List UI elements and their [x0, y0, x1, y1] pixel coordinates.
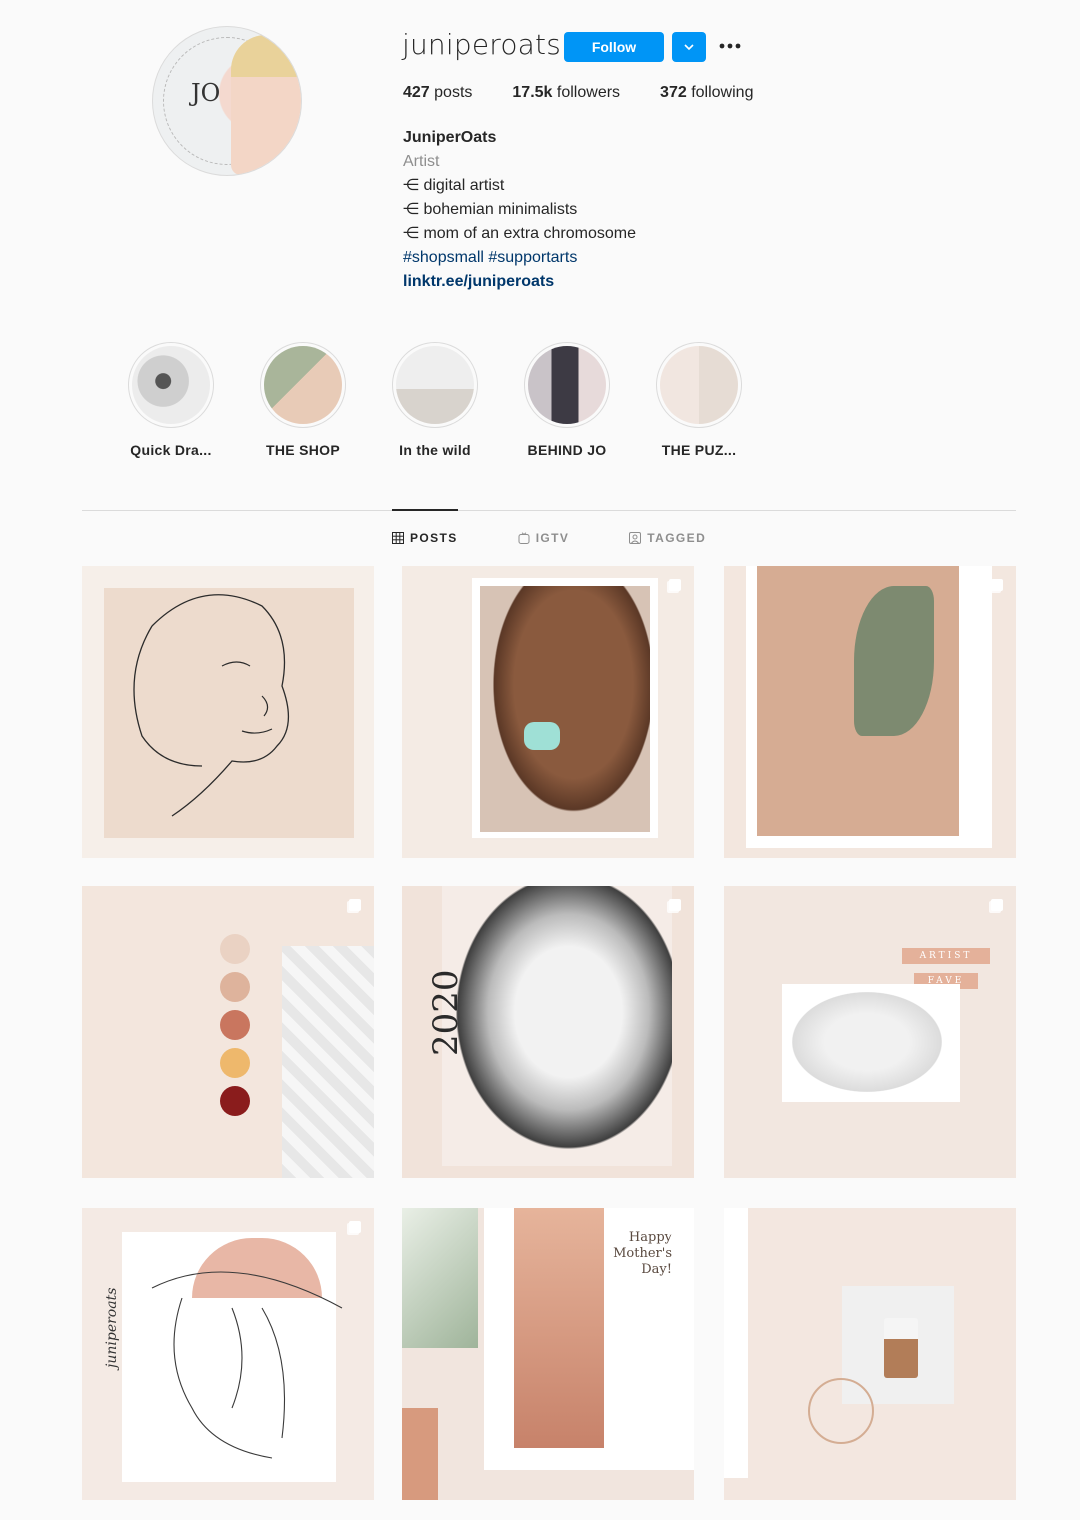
post-frame — [724, 1208, 748, 1478]
color-swatch — [220, 1010, 250, 1040]
bio-link[interactable]: linktr.ee/juniperoats — [403, 270, 636, 294]
igtv-icon — [518, 532, 530, 544]
multiple-posts-icon — [347, 899, 361, 913]
color-swatch — [220, 972, 250, 1002]
post-image — [792, 992, 942, 1092]
profile-stats: 427 posts 17.5k followers 372 following — [403, 84, 793, 102]
highlight-ring — [524, 342, 610, 428]
highlight-label: THE SHOP — [266, 442, 340, 458]
stat-posts: 427 posts — [403, 84, 473, 101]
multiple-posts-icon — [347, 1221, 361, 1235]
multiple-posts-icon — [989, 899, 1003, 913]
highlight-cover — [660, 346, 738, 424]
highlight-ring — [656, 342, 742, 428]
follow-button[interactable]: Follow — [564, 32, 664, 62]
tagged-icon — [629, 532, 642, 544]
highlight-label: THE PUZ... — [661, 442, 737, 458]
highlight-cover — [528, 346, 606, 424]
post-image — [442, 886, 672, 1166]
color-swatch — [220, 934, 250, 964]
avatar-monogram: JO — [191, 79, 221, 107]
post-accent — [524, 722, 560, 750]
highlight-behind-jo[interactable]: BEHIND JO — [501, 342, 633, 458]
active-tab-indicator — [392, 509, 458, 511]
highlight-cover — [264, 346, 342, 424]
message-line: Day! — [641, 1262, 672, 1277]
highlight-label: Quick Dra... — [130, 442, 212, 458]
post-tile[interactable]: 2020 — [402, 886, 694, 1178]
post-accent — [854, 586, 934, 736]
post-tile[interactable]: Happy Mother's Day! — [402, 1208, 694, 1500]
bio-line: ⋲ mom of an extra chromosome — [403, 225, 636, 242]
bio-line: ⋲ digital artist — [403, 177, 505, 194]
bio-name: JuniperOats — [403, 129, 497, 146]
highlight-label: In the wild — [399, 442, 471, 458]
tab-igtv[interactable]: IGTV — [518, 531, 570, 545]
highlight-the-puzzle[interactable]: THE PUZ... — [633, 342, 765, 458]
highlight-ring — [128, 342, 214, 428]
color-swatch — [220, 1086, 250, 1116]
post-tile[interactable] — [402, 566, 694, 858]
post-tile[interactable] — [82, 566, 374, 858]
highlight-cover — [396, 346, 474, 424]
tab-label: POSTS — [410, 531, 458, 545]
post-accent — [808, 1378, 874, 1444]
stat-following[interactable]: 372 following — [660, 84, 753, 102]
profile-avatar[interactable]: JO — [152, 26, 302, 176]
highlight-the-shop[interactable]: THE SHOP — [237, 342, 369, 458]
highlight-ring — [392, 342, 478, 428]
grid-icon — [392, 532, 404, 544]
message-line: Mother's — [613, 1246, 672, 1261]
post-signature: juniperoats — [104, 1287, 120, 1368]
stat-followers[interactable]: 17.5k followers — [512, 84, 620, 102]
profile-username: juniperoats — [402, 28, 562, 61]
post-image — [402, 1408, 438, 1500]
post-label: ARTIST — [902, 948, 990, 964]
more-icon — [719, 43, 741, 49]
highlight-cover — [132, 346, 210, 424]
highlight-label: BEHIND JO — [527, 442, 607, 458]
profile-tabs: POSTS IGTV TAGGED — [392, 531, 766, 545]
profile-bio: JuniperOats Artist ⋲ digital artist ⋲ bo… — [403, 126, 636, 294]
chevron-down-icon — [684, 44, 694, 51]
highlight-in-the-wild[interactable]: In the wild — [369, 342, 501, 458]
multiple-posts-icon — [989, 579, 1003, 593]
multiple-posts-icon — [667, 579, 681, 593]
tabs-divider — [82, 510, 1016, 511]
bio-category: Artist — [403, 153, 440, 170]
tab-label: IGTV — [535, 531, 570, 545]
tab-label: TAGGED — [647, 531, 707, 545]
post-image — [480, 586, 650, 832]
suggested-dropdown-button[interactable] — [672, 32, 706, 62]
story-highlights: Quick Dra... THE SHOP In the wild BEHIND… — [105, 342, 765, 458]
multiple-posts-icon — [667, 899, 681, 913]
post-tile[interactable]: juniperoats — [82, 1208, 374, 1500]
post-tile[interactable] — [724, 566, 1016, 858]
post-image — [514, 1208, 604, 1448]
color-swatch — [220, 1048, 250, 1078]
post-tile[interactable] — [82, 886, 374, 1178]
multiple-posts-icon — [667, 1221, 681, 1235]
bio-line: ⋲ bohemian minimalists — [403, 201, 578, 218]
post-message: Happy Mother's Day! — [613, 1230, 672, 1278]
more-options-button[interactable] — [712, 32, 748, 60]
bio-hashtags[interactable]: #shopsmall #supportarts — [403, 246, 636, 270]
highlight-ring — [260, 342, 346, 428]
post-tile[interactable] — [724, 1208, 1016, 1500]
post-year-text: 2020 — [426, 969, 466, 1056]
line-drawing-portrait — [151, 1271, 343, 1459]
highlight-quick-drawings[interactable]: Quick Dra... — [105, 342, 237, 458]
post-image — [402, 1208, 478, 1348]
tab-tagged[interactable]: TAGGED — [629, 531, 706, 545]
line-drawing-portrait — [133, 594, 290, 817]
post-image — [282, 946, 374, 1178]
post-accent — [884, 1318, 918, 1378]
tab-posts[interactable]: POSTS — [392, 531, 458, 545]
avatar-portrait — [231, 35, 301, 175]
post-tile[interactable]: ARTIST FAVE — [724, 886, 1016, 1178]
message-line: Happy — [628, 1230, 672, 1245]
